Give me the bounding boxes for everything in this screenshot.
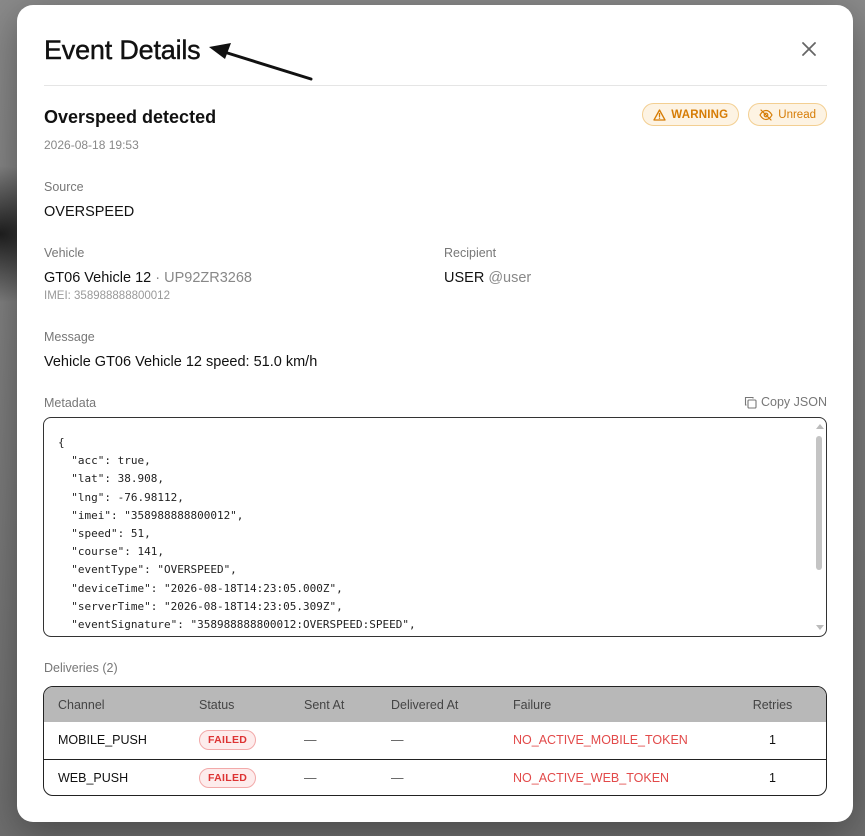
cell-failure: NO_ACTIVE_MOBILE_TOKEN <box>513 733 688 748</box>
cell-sent-at: — <box>290 758 377 795</box>
column-header-delivered-at: Delivered At <box>391 697 459 712</box>
modal-title: Event Details <box>44 35 201 65</box>
status-badge: FAILED <box>199 730 257 751</box>
column-header-status: Status <box>199 697 235 712</box>
close-button[interactable] <box>798 38 820 60</box>
vehicle-value: GT06 Vehicle 12 · UP92ZR3268 <box>44 270 252 286</box>
vehicle-label: Vehicle <box>44 246 85 260</box>
close-icon <box>802 42 816 56</box>
event-details-modal: Event Details Overspeed detected 2026-08… <box>17 5 853 822</box>
cell-failure: NO_ACTIVE_WEB_TOKEN <box>499 758 719 795</box>
event-badges: WARNING Unread <box>642 103 827 126</box>
column-header-sent-at: Sent At <box>304 697 345 712</box>
deliveries-table: Channel Status Sent At Delivered At Fail… <box>43 686 827 796</box>
warning-triangle-icon <box>653 108 666 121</box>
event-timestamp: 2026-08-18 19:53 <box>44 138 139 152</box>
message-label: Message <box>44 330 95 344</box>
column-header-retries: Retries <box>752 697 793 712</box>
annotation-arrow-icon <box>209 43 313 81</box>
recipient-label: Recipient <box>444 246 497 260</box>
scrollbar-thumb[interactable] <box>816 436 822 570</box>
metadata-json-viewer[interactable]: { "acc": true, "lat": 38.908, "lng": -76… <box>43 417 827 637</box>
copy-json-label: Copy JSON <box>761 395 827 409</box>
cell-status: FAILED <box>185 758 290 795</box>
cell-delivered-at: — <box>391 733 404 748</box>
table-header-row: Channel Status Sent At Delivered At Fail… <box>44 687 826 722</box>
scroll-down-icon[interactable] <box>816 625 824 630</box>
message-value: Vehicle GT06 Vehicle 12 speed: 51.0 km/h <box>44 354 318 370</box>
recipient-value: USER @user <box>444 270 531 286</box>
cell-delivered-at: — <box>377 758 499 795</box>
severity-badge: WARNING <box>642 103 740 126</box>
copy-json-button[interactable]: Copy JSON <box>744 395 827 409</box>
cell-retries: 1 <box>719 758 826 795</box>
scroll-up-icon[interactable] <box>816 424 824 429</box>
source-label: Source <box>44 180 84 194</box>
read-status-badge: Unread <box>748 103 827 126</box>
eye-off-icon <box>759 108 773 121</box>
cell-sent-at: — <box>304 733 317 748</box>
vehicle-name: GT06 Vehicle 12 <box>44 270 152 286</box>
table-row: MOBILE_PUSH FAILED — — NO_ACTIVE_MOBILE_… <box>44 722 826 759</box>
severity-badge-label: WARNING <box>671 108 729 121</box>
vehicle-separator: · <box>151 270 165 286</box>
metadata-label: Metadata <box>44 396 97 410</box>
vehicle-plate: UP92ZR3268 <box>164 270 252 286</box>
copy-icon <box>744 396 757 409</box>
source-value: OVERSPEED <box>44 204 135 220</box>
read-status-badge-label: Unread <box>778 108 816 121</box>
column-header-failure: Failure <box>513 697 552 712</box>
recipient-handle: @user <box>488 270 532 286</box>
header-divider <box>44 85 827 86</box>
vehicle-imei: IMEI: 358988888800012 <box>44 290 170 302</box>
deliveries-label: Deliveries (2) <box>44 661 118 675</box>
table-row: WEB_PUSH FAILED — — NO_ACTIVE_WEB_TOKEN … <box>44 758 826 795</box>
recipient-type: USER <box>444 270 485 286</box>
metadata-scrollbar[interactable] <box>814 422 824 632</box>
status-badge: FAILED <box>199 767 257 788</box>
event-title: Overspeed detected <box>44 107 217 127</box>
cell-channel: MOBILE_PUSH <box>58 733 147 748</box>
metadata-json-text: { "acc": true, "lat": 38.908, "lng": -76… <box>58 436 416 632</box>
column-header-channel: Channel <box>58 697 105 712</box>
cell-status: FAILED <box>185 722 290 759</box>
cell-channel: WEB_PUSH <box>44 758 185 795</box>
cell-retries: 1 <box>769 733 776 748</box>
